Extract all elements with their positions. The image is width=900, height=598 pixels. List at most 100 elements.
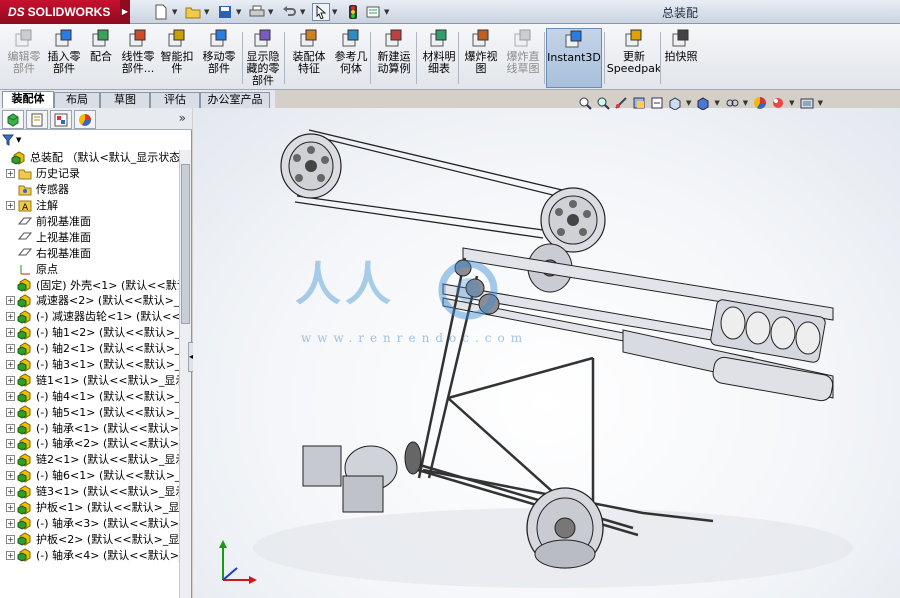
expand-icon[interactable]: + xyxy=(6,550,15,560)
expand-icon[interactable]: + xyxy=(6,503,15,513)
tree-item-23[interactable]: + 护板<2> (默认<<默认>_显示 xyxy=(0,531,180,547)
options-icon[interactable] xyxy=(364,3,382,21)
rebuild-traffic-light-icon[interactable] xyxy=(344,3,362,21)
feature-tree-tab-icon[interactable] xyxy=(2,110,24,129)
undo-icon[interactable] xyxy=(280,3,298,21)
cmd-show-hidden-button[interactable]: 显示隐 藏的零 部件 xyxy=(246,28,280,88)
save-dropdown-icon[interactable]: ▼ xyxy=(236,8,244,16)
cmd-exploded-view-button[interactable]: 爆炸视 图 xyxy=(462,28,500,88)
tree-item-21[interactable]: + 护板<1> (默认<<默认>_显示 xyxy=(0,500,180,516)
view-orientation-dropdown-icon[interactable]: ▼ xyxy=(686,99,691,107)
expand-icon[interactable]: + xyxy=(6,423,15,433)
zoom-area-icon[interactable] xyxy=(596,96,610,110)
new-dropdown-icon[interactable]: ▼ xyxy=(172,8,180,16)
expand-icon[interactable]: + xyxy=(6,375,15,385)
tab-layout[interactable]: 布局 xyxy=(54,92,100,108)
tree-item-11[interactable]: + (-) 轴2<1> (默认<<默认>_显示 xyxy=(0,341,180,357)
graphics-viewport[interactable]: 人人 www.renrendoc.com xyxy=(193,108,900,598)
tree-item-root[interactable]: 总装配 （默认<默认_显示状态-1>） xyxy=(0,150,180,166)
tree-item-20[interactable]: + 链3<1> (默认<<默认>_显示 xyxy=(0,484,180,500)
expand-icon[interactable]: + xyxy=(6,391,15,401)
cmd-move-component-button[interactable]: 移动零 部件 xyxy=(198,28,240,88)
tree-item-14[interactable]: + (-) 轴4<1> (默认<<默认>_显示 xyxy=(0,388,180,404)
dynamic-annotation-icon[interactable] xyxy=(650,96,664,110)
tree-item-18[interactable]: + 链2<1> (默认<<默认>_显示 xyxy=(0,452,180,468)
display-style-dropdown-icon[interactable]: ▼ xyxy=(714,99,719,107)
hide-show-items-icon[interactable] xyxy=(725,96,739,110)
apply-scene-icon[interactable] xyxy=(771,96,785,110)
cmd-insert-component-button[interactable]: 插入零 部件 xyxy=(44,28,84,88)
tree-item-17[interactable]: + (-) 轴承<2> (默认<<默认>_ xyxy=(0,436,180,452)
expand-icon[interactable]: + xyxy=(6,455,15,465)
tree-item-1[interactable]: 传感器 xyxy=(0,182,180,198)
cmd-instant3d-button[interactable]: Instant3D xyxy=(546,28,602,88)
view-settings-dropdown-icon[interactable]: ▼ xyxy=(818,99,823,107)
property-manager-tab-icon[interactable] xyxy=(26,110,48,129)
zoom-to-fit-icon[interactable] xyxy=(578,96,592,110)
view-orientation-icon[interactable] xyxy=(668,96,682,110)
apply-scene-dropdown-icon[interactable]: ▼ xyxy=(789,99,794,107)
tree-item-19[interactable]: + (-) 轴6<1> (默认<<默认>_显示 xyxy=(0,468,180,484)
expand-icon[interactable]: + xyxy=(6,487,15,497)
tree-item-3[interactable]: 前视基准面 xyxy=(0,214,180,230)
edit-appearance-icon[interactable] xyxy=(753,96,767,110)
expand-icon[interactable]: + xyxy=(6,328,15,338)
cmd-linear-pattern-button[interactable]: 线性零 部件... xyxy=(118,28,158,88)
tab-sketch[interactable]: 草图 xyxy=(100,92,150,108)
save-icon[interactable] xyxy=(216,3,234,21)
cmd-motion-study-button[interactable]: 新建运 动算例 xyxy=(374,28,414,88)
cmd-smart-fasteners-button[interactable]: 智能扣 件 xyxy=(160,28,194,88)
tree-item-5[interactable]: 右视基准面 xyxy=(0,245,180,261)
expand-icon[interactable]: + xyxy=(6,201,15,211)
tree-item-24[interactable]: + (-) 轴承<4> (默认<<默认>_ xyxy=(0,547,180,563)
tree-item-13[interactable]: + 链1<1> (默认<<默认>_显示 xyxy=(0,372,180,388)
tree-item-9[interactable]: + (-) 减速器齿轮<1> (默认<<默认 xyxy=(0,309,180,325)
hide-show-dropdown-icon[interactable]: ▼ xyxy=(743,99,748,107)
expand-icon[interactable]: + xyxy=(6,296,15,306)
expand-icon[interactable]: + xyxy=(6,471,15,481)
expand-icon[interactable]: + xyxy=(6,360,15,370)
cmd-reference-geometry-button[interactable]: 参考几 何体 xyxy=(332,28,370,88)
open-folder-icon[interactable] xyxy=(184,3,202,21)
tree-item-8[interactable]: + 减速器<2> (默认<<默认>_显 xyxy=(0,293,180,309)
open-dropdown-icon[interactable]: ▼ xyxy=(204,8,212,16)
select-arrow-icon[interactable] xyxy=(312,3,330,21)
tree-item-22[interactable]: + (-) 轴承<3> (默认<<默认>_ xyxy=(0,515,180,531)
cmd-assembly-features-button[interactable]: 装配体 特征 xyxy=(288,28,330,88)
tree-item-16[interactable]: + (-) 轴承<1> (默认<<默认>_ xyxy=(0,420,180,436)
display-manager-tab-icon[interactable] xyxy=(74,110,96,129)
undo-dropdown-icon[interactable]: ▼ xyxy=(300,8,308,16)
new-document-icon[interactable] xyxy=(152,3,170,21)
cmd-mate-button[interactable]: 配合 xyxy=(88,28,114,88)
tree-item-6[interactable]: 原点 xyxy=(0,261,180,277)
tree-item-7[interactable]: (固定) 外壳<1> (默认<<默认 xyxy=(0,277,180,293)
view-settings-icon[interactable] xyxy=(800,96,814,110)
cmd-snapshot-button[interactable]: 拍快照 xyxy=(664,28,698,88)
display-style-icon[interactable] xyxy=(696,96,710,110)
solidworks-logo[interactable]: DS SOLIDWORKS xyxy=(0,0,120,24)
expand-icon[interactable]: + xyxy=(6,344,15,354)
section-view-icon[interactable] xyxy=(632,96,646,110)
tree-item-4[interactable]: 上视基准面 xyxy=(0,229,180,245)
cmd-bom-button[interactable]: 材料明 细表 xyxy=(420,28,458,88)
expand-icon[interactable]: + xyxy=(6,518,15,528)
previous-view-icon[interactable] xyxy=(614,96,628,110)
expand-icon[interactable]: + xyxy=(6,169,15,179)
print-icon[interactable] xyxy=(248,3,266,21)
more-tabs-icon[interactable]: » xyxy=(179,111,186,125)
configuration-manager-tab-icon[interactable] xyxy=(50,110,72,129)
tree-scrollbar-thumb[interactable] xyxy=(181,164,190,324)
expand-icon[interactable]: + xyxy=(6,534,15,544)
print-dropdown-icon[interactable]: ▼ xyxy=(268,8,276,16)
tab-evaluate[interactable]: 评估 xyxy=(150,92,200,108)
select-dropdown-icon[interactable]: ▼ xyxy=(332,8,340,16)
tree-scrollbar[interactable] xyxy=(179,150,191,598)
expand-icon[interactable]: + xyxy=(6,312,15,322)
cmd-speedpak-button[interactable]: 更新 Speedpak xyxy=(607,28,661,88)
tree-item-10[interactable]: + (-) 轴1<2> (默认<<默认>_显示 xyxy=(0,325,180,341)
expand-icon[interactable]: + xyxy=(6,439,15,449)
tab-assembly[interactable]: 装配体 xyxy=(2,91,54,108)
tree-item-12[interactable]: + (-) 轴3<1> (默认<<默认>_显示 xyxy=(0,357,180,373)
menu-arrow-icon[interactable]: ▶ xyxy=(120,0,130,24)
expand-icon[interactable]: + xyxy=(6,407,15,417)
